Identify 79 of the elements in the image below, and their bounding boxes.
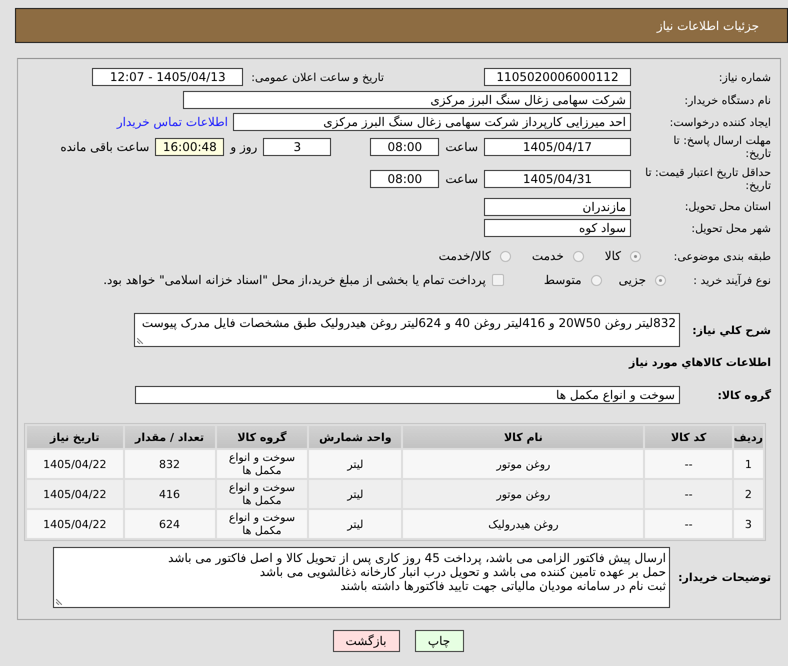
radio-button[interactable]: [500, 250, 511, 262]
page-title: جزئیات اطلاعات نیاز: [656, 18, 759, 32]
radio-button[interactable]: [590, 274, 602, 286]
table-cell: لیتر: [309, 450, 402, 478]
back-button[interactable]: بازگشت: [332, 630, 400, 652]
field-label: مهلت ارسال پاسخ: تا تاریخ:: [672, 134, 771, 160]
radio-button[interactable]: [630, 250, 641, 262]
radio-label: متوسط: [544, 273, 582, 287]
column-header: ردیف: [734, 426, 763, 448]
field-label: شماره نیاز:: [718, 70, 771, 84]
time-field[interactable]: 08:00: [370, 138, 440, 156]
table-cell: 832: [124, 450, 214, 478]
need-number-field[interactable]: 1105020006000112: [484, 68, 631, 86]
field-label: حداقل تاریخ اعتبار قیمت: تا تاریخ:: [644, 166, 771, 192]
radio-label: کالا/خدمت: [438, 249, 491, 263]
days-label: روز و: [230, 140, 258, 154]
table-cell: 2: [734, 480, 763, 508]
time-field[interactable]: 08:00: [370, 170, 440, 188]
time-label: ساعت: [445, 172, 478, 186]
field-label: شهر محل تحویل:: [690, 222, 771, 234]
date-field[interactable]: 1405/04/17: [484, 138, 631, 156]
table-cell: 1: [734, 450, 763, 478]
radio-label: جزیی: [618, 273, 646, 287]
radio-button[interactable]: [655, 274, 666, 286]
goods-group-field[interactable]: سوخت و انواع مکمل ها: [135, 386, 680, 404]
table-cell: 416: [124, 480, 214, 508]
province-field[interactable]: مازندران: [484, 198, 631, 216]
radio-button[interactable]: [572, 250, 584, 262]
table-cell: --: [645, 450, 732, 478]
table-cell: سوخت و انواع مکمل ها: [216, 480, 308, 508]
table-cell: روغن موتور: [403, 480, 644, 508]
column-header: کد کالا: [645, 426, 732, 448]
remaining-time-label: ساعت باقی مانده: [60, 140, 150, 154]
date-field[interactable]: 1405/04/31: [484, 170, 631, 188]
table-cell: سوخت و انواع مکمل ها: [216, 510, 308, 538]
buyer-contact-link[interactable]: اطلاعات تماس خریدار: [116, 115, 228, 129]
checkbox-label: پرداخت تمام یا بخشی از مبلغ خرید،از محل "اسناد خزانه اسلامی" خواهد بود.: [103, 273, 486, 287]
table-cell: سوخت و انواع مکمل ها: [216, 450, 308, 478]
column-header: تاریخ نیاز: [27, 426, 123, 448]
print-button[interactable]: چاپ: [414, 630, 464, 652]
field-label: نوع فرآیند خرید :: [692, 274, 771, 286]
resize-grip-icon: [137, 338, 143, 344]
resize-grip-icon: [56, 599, 62, 605]
table-cell: روغن موتور: [403, 450, 644, 478]
field-label: استان محل تحویل:: [684, 200, 771, 213]
table-cell: 624: [124, 510, 214, 538]
field-label: تاریخ و ساعت اعلان عمومی:: [251, 70, 384, 84]
column-header: نام کالا: [403, 426, 644, 448]
table-cell: --: [645, 510, 732, 538]
table-cell: --: [645, 480, 732, 508]
remaining-time-field[interactable]: 16:00:48: [155, 138, 224, 156]
table-cell: روغن هیدرولیک: [403, 510, 644, 538]
column-header: واحد شمارش: [309, 426, 402, 448]
requester-field[interactable]: احد میرزایی کارپرداز شرکت سهامی زغال سنگ البرز مرکزی: [233, 113, 631, 131]
table-cell: 1405/04/22: [27, 510, 123, 538]
field-label: گروه کالا:: [716, 388, 771, 402]
column-header: تعداد / مقدار: [124, 426, 214, 448]
table-cell: لیتر: [309, 480, 402, 508]
section-title: اطلاعات کالاهاي مورد نياز: [628, 355, 771, 371]
field-label: شرح کلي نياز:: [691, 324, 771, 336]
table-cell: 3: [734, 510, 763, 538]
field-label: ایجاد کننده درخواست:: [668, 116, 771, 128]
days-field[interactable]: 3: [263, 138, 332, 156]
buyer-notes-field[interactable]: ارسال پیش فاکتور الزامی می باشد، پرداخت 45 روز کاری پس از تحویل کالا و اصل فاکتور می باشد حمل بر عهده تامین کننده می باشد و تحویل درب انبار کارخانه ذغالشویی می باشد ثبت نام در سامانه مودیان مالیاتی جهت تایید فاکتورها داشته باشند: [53, 547, 670, 608]
buyer-organization-field[interactable]: شرکت سهامی زغال سنگ البرز مرکزی: [183, 91, 631, 109]
announcement-date-field[interactable]: 1405/04/13 - 12:07: [92, 68, 244, 86]
table-cell: 1405/04/22: [27, 480, 123, 508]
description-field[interactable]: 832لیتر روغن 20W50 و 416لیتر روغن 40 و 624لیتر روغن هیدرولیک طبق مشخصات فایل مدرک پیوست: [134, 313, 680, 347]
column-header: گروه کالا: [216, 426, 308, 448]
radio-label: کالا: [604, 249, 621, 263]
table-cell: لیتر: [309, 510, 402, 538]
time-label: ساعت: [445, 140, 478, 154]
field-label: نام دستگاه خریدار:: [683, 94, 771, 106]
field-label: توضیحات خریدار:: [677, 571, 771, 584]
checkbox[interactable]: [492, 274, 504, 286]
table-cell: 1405/04/22: [27, 450, 123, 478]
radio-label: خدمت: [532, 249, 564, 263]
field-label: طبقه بندی موضوعی:: [672, 250, 771, 262]
city-field[interactable]: سواد کوه: [484, 219, 631, 237]
